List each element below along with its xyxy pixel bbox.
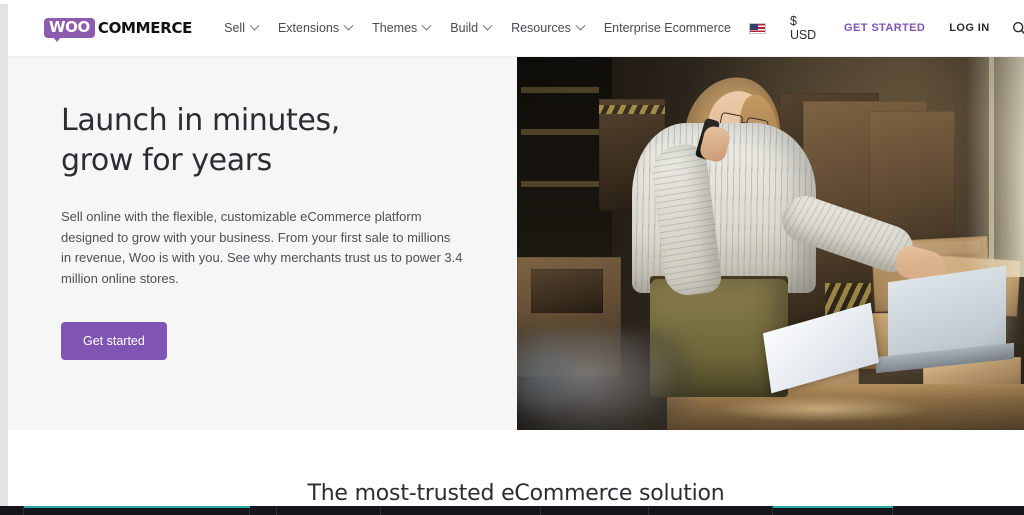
nav-item-extensions-label: Extensions: [277, 21, 340, 35]
hero-image-window-light: [966, 57, 1024, 277]
nav-item-resources[interactable]: Resources: [501, 15, 594, 41]
os-taskbar-segment[interactable]: [0, 506, 24, 515]
trust-section: The most-trusted eCommerce solution: [8, 430, 1024, 508]
chevron-down-icon: [421, 20, 432, 31]
nav-item-themes-label: Themes: [372, 21, 418, 35]
os-taskbar-segment[interactable]: [773, 506, 893, 515]
os-taskbar-segment[interactable]: [250, 506, 277, 515]
hero-title-line2: grow for years: [61, 143, 272, 178]
os-taskbar-segment[interactable]: [277, 506, 381, 515]
hero-image-table-highlight: [717, 396, 927, 422]
chevron-down-icon: [482, 20, 493, 31]
locale-picker[interactable]: [741, 17, 782, 40]
window-left-edge-top: [0, 0, 8, 4]
os-taskbar-active-indicator: [24, 506, 250, 508]
site-header: WOO COMMERCE Sell Extensions Themes Buil…: [8, 0, 1024, 57]
get-started-link[interactable]: GET STARTED: [832, 14, 937, 42]
os-taskbar-segment[interactable]: [893, 506, 1024, 515]
search-button[interactable]: [1002, 15, 1024, 42]
chevron-down-icon: [575, 20, 586, 31]
chevron-down-icon: [343, 20, 354, 31]
os-taskbar-segment[interactable]: [541, 506, 649, 515]
os-taskbar-segment[interactable]: [649, 506, 773, 515]
nav-item-extensions[interactable]: Extensions: [268, 15, 362, 41]
os-taskbar-segment[interactable]: [24, 506, 250, 515]
hero-get-started-button[interactable]: Get started: [61, 322, 167, 360]
hero-image-window-frame: [989, 57, 994, 287]
us-flag-icon: [748, 22, 766, 34]
nav-item-enterprise-ecommerce[interactable]: Enterprise Ecommerce: [594, 15, 741, 41]
currency-label: $ USD: [789, 14, 817, 42]
trust-section-title: The most-trusted eCommerce solution: [307, 481, 725, 506]
hero-image-shelf-bar: [521, 87, 599, 93]
hero-paragraph: Sell online with the flexible, customiza…: [61, 209, 463, 286]
hero-copy: Launch in minutes, grow for years Sell o…: [8, 57, 517, 430]
browser-viewport: WOO COMMERCE Sell Extensions Themes Buil…: [0, 0, 1024, 515]
logo-wordmark: COMMERCE: [97, 18, 193, 37]
hero-title-line1: Launch in minutes,: [61, 103, 340, 138]
chevron-down-icon: [249, 20, 260, 31]
nav-item-resources-label: Resources: [511, 21, 571, 35]
log-in-link[interactable]: LOG IN: [937, 14, 1001, 42]
os-taskbar-segment[interactable]: [381, 506, 541, 515]
header-utility-bar: $ USD GET STARTED LOG IN: [741, 8, 1024, 48]
hero-image-foreground-blur-secondary: [517, 330, 587, 420]
search-icon: [1012, 21, 1024, 35]
os-taskbar[interactable]: [0, 506, 1024, 515]
hero-image-shelf-bar: [521, 181, 599, 187]
hero-image: [517, 57, 1024, 430]
hero-section: Launch in minutes, grow for years Sell o…: [8, 57, 1024, 430]
currency-picker[interactable]: $ USD: [782, 8, 832, 48]
nav-item-sell[interactable]: Sell: [214, 15, 268, 41]
window-left-edge: [0, 0, 8, 515]
woocommerce-logo[interactable]: WOO COMMERCE: [44, 17, 193, 42]
nav-item-enterprise-ecommerce-label: Enterprise Ecommerce: [603, 21, 731, 35]
hero-title: Launch in minutes, grow for years: [61, 101, 477, 181]
hero-image-shelf-bar: [521, 129, 599, 135]
main-navigation: Sell Extensions Themes Build Resources E…: [214, 15, 741, 41]
nav-item-sell-label: Sell: [224, 21, 245, 35]
hero-image-box: [531, 269, 603, 313]
nav-item-themes[interactable]: Themes: [362, 15, 440, 41]
nav-item-build[interactable]: Build: [440, 15, 501, 41]
nav-item-build-label: Build: [450, 21, 479, 35]
os-taskbar-active-indicator: [773, 506, 893, 508]
logo-badge: WOO: [44, 18, 95, 42]
